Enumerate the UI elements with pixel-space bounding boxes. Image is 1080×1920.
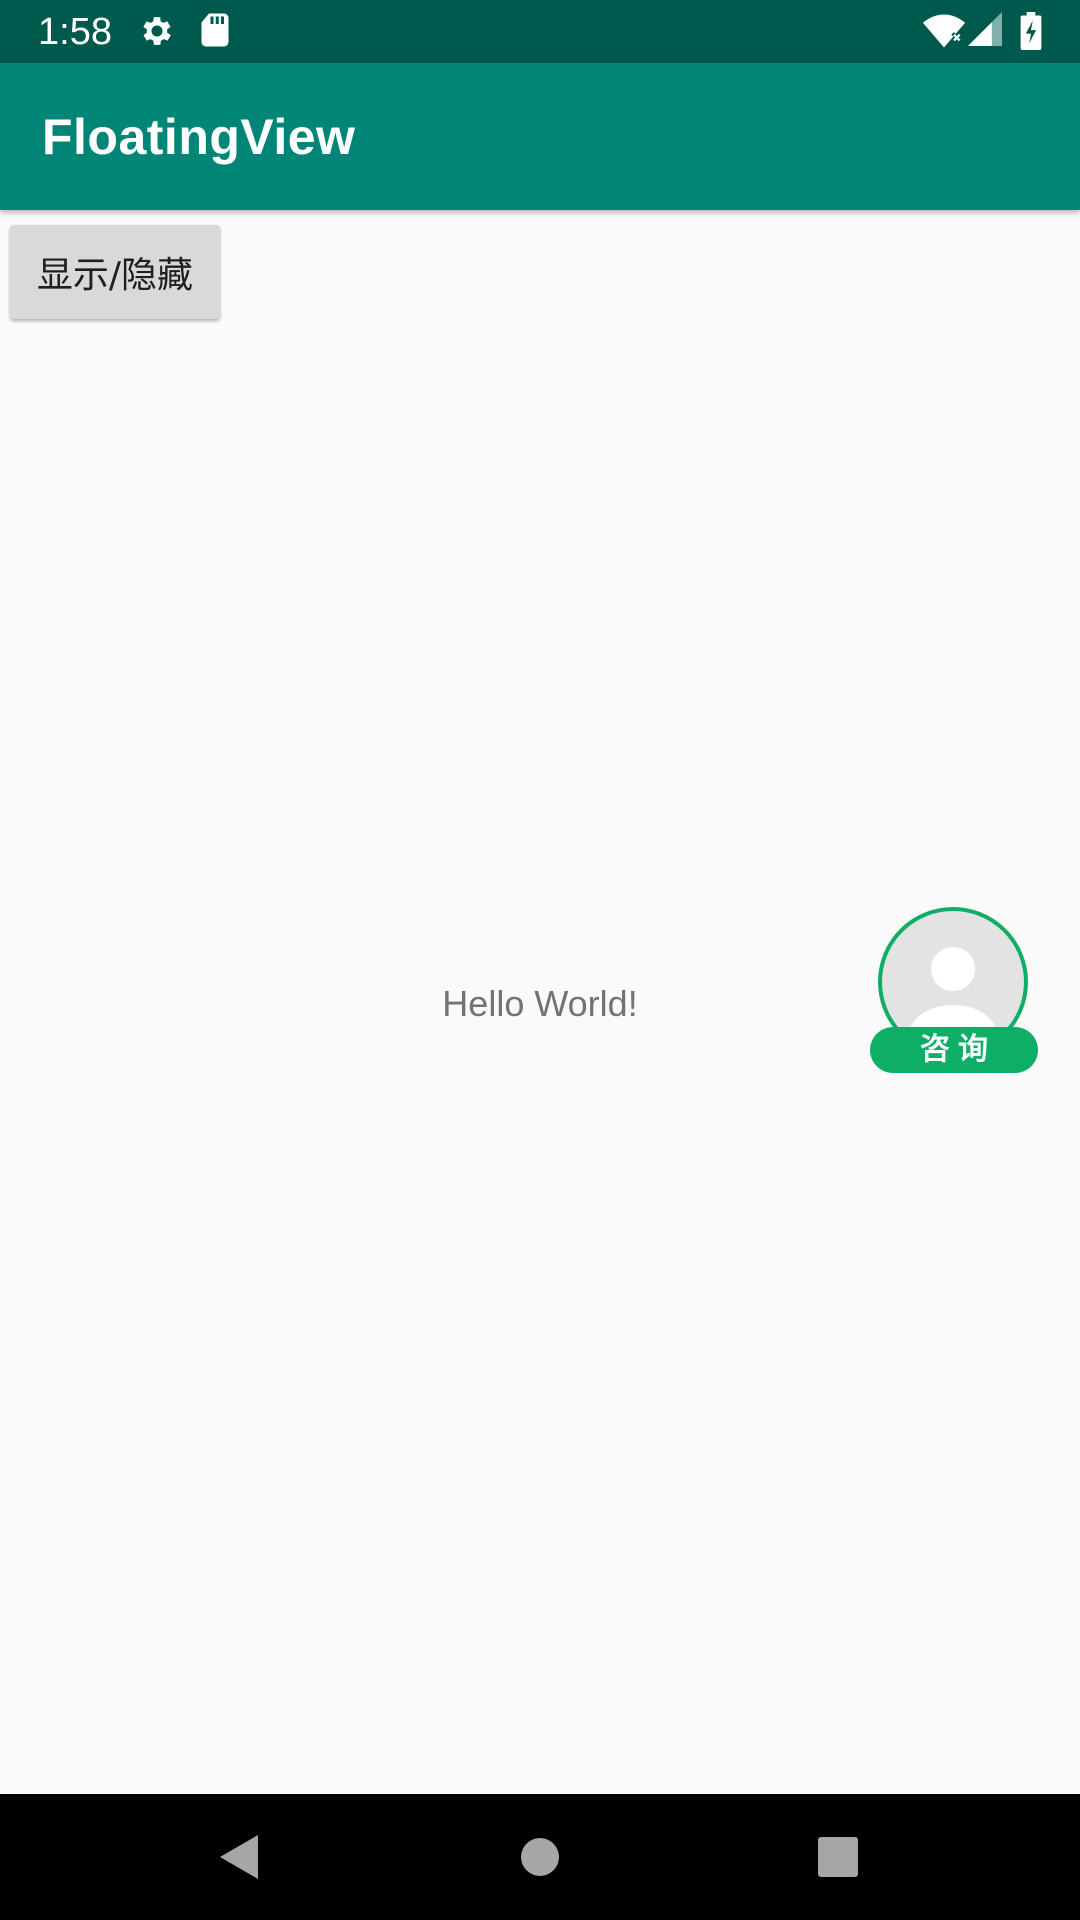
recents-icon[interactable] — [808, 1827, 868, 1887]
app-title: FloatingView — [42, 109, 356, 165]
consult-label: 咨询 — [870, 1027, 1038, 1073]
back-icon[interactable] — [210, 1827, 270, 1887]
app-bar: FloatingView — [0, 63, 1080, 210]
navigation-bar — [0, 1794, 1080, 1920]
home-icon[interactable] — [510, 1827, 570, 1887]
gear-icon — [138, 12, 176, 52]
screen: 1:58 FloatingView 显示/隐藏 Hello World! 咨询 — [0, 0, 1080, 1920]
battery-charging-icon — [1020, 12, 1042, 52]
wifi-icon — [922, 12, 966, 52]
floating-consult-view[interactable]: 咨询 — [870, 907, 1040, 1073]
signal-icon — [968, 12, 1002, 52]
status-bar: 1:58 — [0, 0, 1080, 63]
status-time: 1:58 — [38, 11, 112, 53]
toggle-visibility-button[interactable]: 显示/隐藏 — [10, 225, 220, 319]
sd-card-icon — [200, 12, 230, 52]
